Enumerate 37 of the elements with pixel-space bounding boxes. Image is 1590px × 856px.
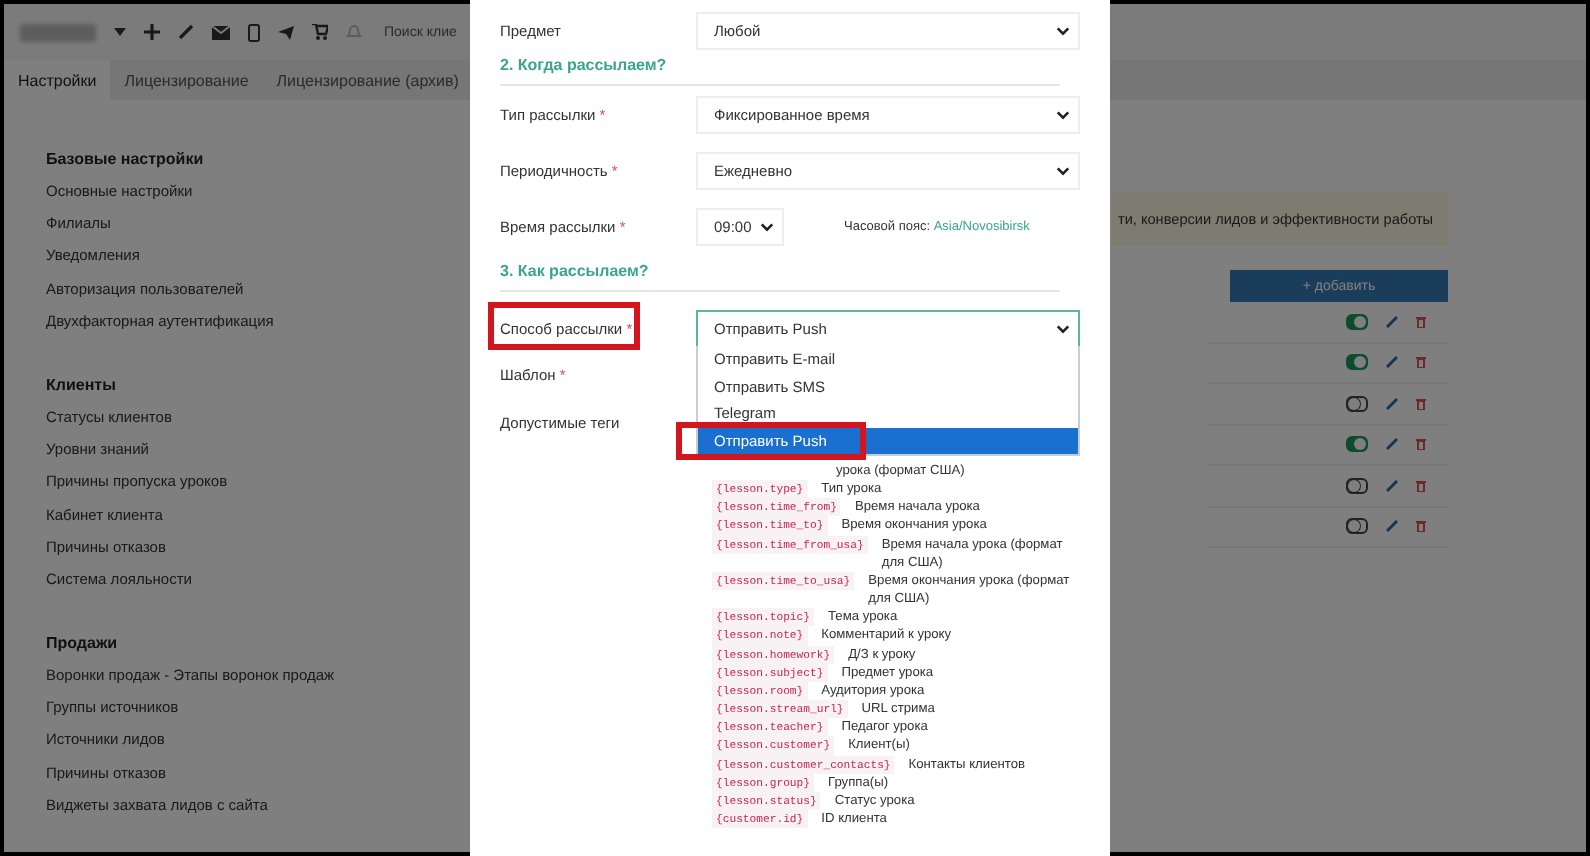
chevron-down-icon	[1056, 25, 1070, 35]
sidebar-heading: Продажи	[46, 632, 120, 657]
envelope-icon[interactable]	[212, 25, 230, 40]
toggle-switch[interactable]	[1346, 313, 1368, 330]
plus-icon[interactable]	[144, 24, 160, 41]
trash-icon[interactable]	[1416, 479, 1426, 492]
section-heading: 3. Как рассылаем?	[500, 258, 1060, 292]
toggle-switch[interactable]	[1346, 354, 1368, 371]
pencil-icon[interactable]	[1386, 315, 1398, 328]
pencil-icon[interactable]	[1386, 397, 1398, 410]
trash-icon[interactable]	[1416, 397, 1426, 410]
pencil-icon[interactable]	[1386, 479, 1398, 492]
trash-icon[interactable]	[1416, 356, 1426, 369]
toggle-switch[interactable]	[1346, 518, 1368, 535]
toggle-switch[interactable]	[1346, 395, 1368, 412]
tab[interactable]: Лицензирование (архив)	[262, 60, 473, 100]
section-heading: 2. Когда рассылаем?	[500, 52, 1060, 86]
phone-icon[interactable]	[248, 23, 260, 42]
chevron-down-icon	[760, 221, 774, 231]
pencil-icon[interactable]	[1386, 356, 1398, 369]
cart-icon[interactable]	[312, 24, 328, 41]
trash-icon[interactable]	[1416, 438, 1426, 451]
paper-plane-icon[interactable]	[278, 25, 294, 40]
toggle-switch[interactable]	[1346, 477, 1368, 494]
toggle-switch[interactable]	[1346, 436, 1368, 453]
caret-icon[interactable]	[114, 28, 126, 37]
sidebar-heading: Клиенты	[46, 373, 118, 398]
sidebar-heading: Базовые настройки	[46, 148, 206, 172]
chevron-down-icon	[1056, 165, 1070, 175]
tab[interactable]: Настройки	[4, 60, 111, 100]
tab[interactable]: Лицензирование	[110, 60, 263, 100]
chevron-down-icon	[1056, 109, 1070, 119]
trash-icon[interactable]	[1416, 315, 1426, 328]
pencil-icon[interactable]	[1386, 438, 1398, 451]
pencil-icon[interactable]	[1386, 520, 1398, 533]
chevron-down-icon	[1056, 323, 1070, 333]
trash-icon[interactable]	[1416, 520, 1426, 533]
